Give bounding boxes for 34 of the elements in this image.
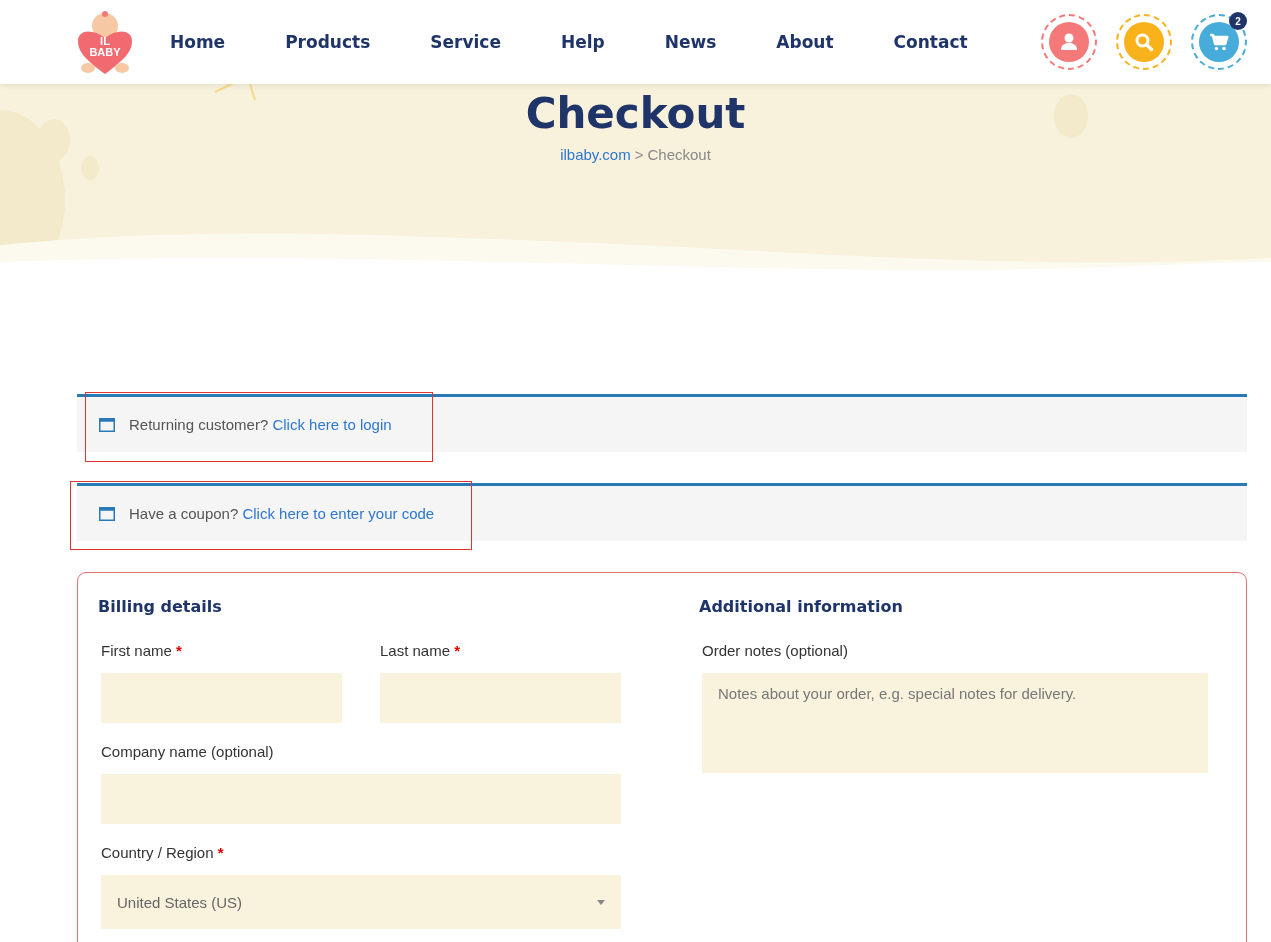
- nav-link[interactable]: Contact: [893, 32, 968, 52]
- field-label: First name *: [101, 642, 183, 659]
- window-icon: [99, 417, 115, 432]
- field-label: Company name (optional): [101, 743, 275, 760]
- nav-link[interactable]: Service: [430, 32, 501, 52]
- section-heading: Billing details: [98, 597, 223, 616]
- nav-link[interactable]: Products: [285, 32, 371, 52]
- field-label: Order notes (optional): [702, 642, 849, 659]
- input-field[interactable]: [380, 673, 621, 723]
- nav-link[interactable]: Home: [170, 32, 226, 52]
- breadcrumb-separator: >: [634, 146, 644, 163]
- notice-link[interactable]: Click here to enter your code: [242, 505, 435, 522]
- logo-text: IL BABY: [88, 36, 122, 58]
- notice-link[interactable]: Click here to login: [272, 416, 392, 433]
- nav-link[interactable]: News: [664, 32, 717, 52]
- baby-logo-drawing: [76, 8, 134, 76]
- breadcrumb-link[interactable]: ilbaby.com: [560, 146, 631, 163]
- input-field[interactable]: [101, 774, 621, 824]
- breadcrumb-current: Checkout: [647, 146, 711, 163]
- nav-link[interactable]: About: [776, 32, 834, 52]
- nav-link[interactable]: Help: [560, 32, 605, 52]
- country-select[interactable]: United States (US): [101, 875, 621, 929]
- input-field[interactable]: [101, 673, 342, 723]
- notice-text: Have a coupon? Click here to enter your code: [129, 505, 435, 522]
- notice-text: Returning customer? Click here to login: [129, 416, 392, 433]
- page-title: Checkout: [525, 88, 746, 140]
- field-label: Country / Region *: [101, 844, 225, 861]
- cart-count-badge: 2: [1229, 12, 1247, 30]
- field-label: Last name *: [380, 642, 462, 659]
- caret-icon: [597, 899, 605, 905]
- section-heading: Additional information: [699, 597, 904, 616]
- window-icon: [99, 506, 115, 521]
- cart-button[interactable]: 2: [1191, 14, 1247, 70]
- order-notes-field[interactable]: Notes about your order, e.g. special notes for delivery.: [702, 673, 1208, 773]
